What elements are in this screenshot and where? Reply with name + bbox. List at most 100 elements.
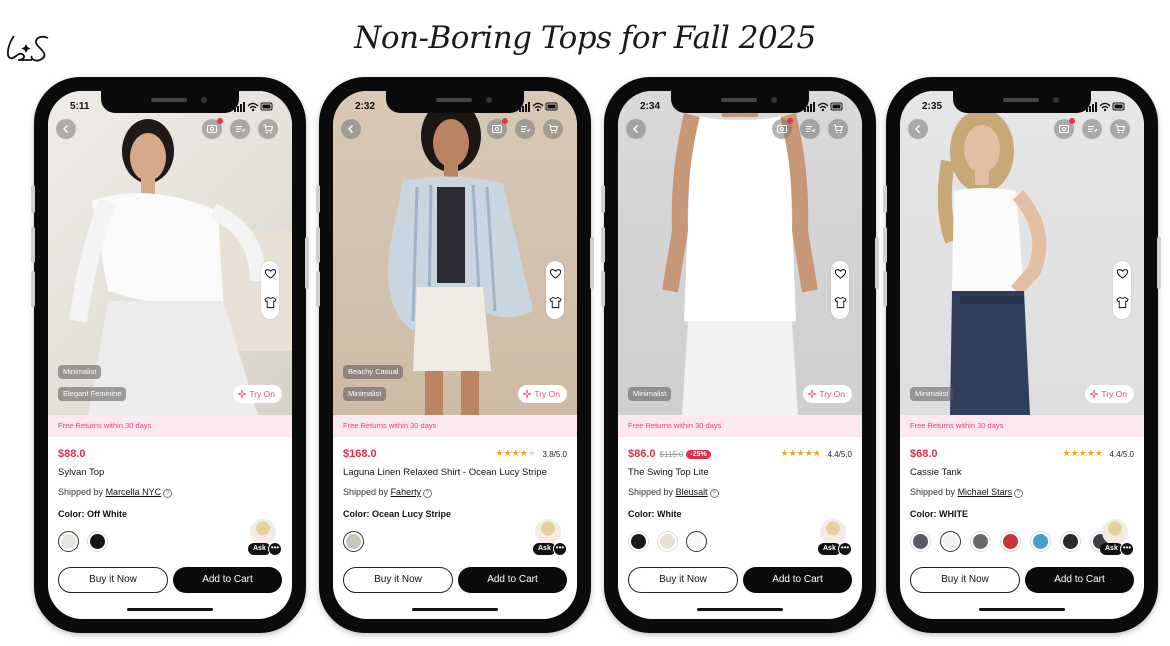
ask-stylist-button[interactable]: Ask ••• <box>533 519 567 557</box>
phone-mockup: 5:11 Minimalist Elegant Feminine Try On Free… <box>31 77 309 633</box>
status-icons <box>804 100 844 112</box>
rating: ★★★★★ ★★★★★ 4.4/5.0 <box>781 448 852 459</box>
phone-side-button <box>31 185 35 213</box>
style-tag[interactable]: Elegant Feminine <box>58 387 127 401</box>
outfit-button[interactable] <box>548 296 562 314</box>
color-label: Color: White <box>628 509 682 519</box>
style-tag[interactable]: Minimalist <box>910 387 954 401</box>
image-search-button[interactable] <box>487 118 508 139</box>
buy-now-button[interactable]: Buy it Now <box>910 567 1020 593</box>
list-button[interactable] <box>230 119 250 139</box>
color-swatch[interactable] <box>1030 531 1051 552</box>
add-to-cart-button[interactable]: Add to Cart <box>173 567 282 593</box>
favorite-button[interactable] <box>549 267 562 285</box>
back-chevron-button[interactable] <box>908 119 928 139</box>
phone-side-button <box>316 185 320 213</box>
more-icon[interactable]: ••• <box>1120 542 1134 556</box>
cart-icon <box>263 124 274 134</box>
outfit-button[interactable] <box>263 296 277 314</box>
favorite-button[interactable] <box>264 267 277 285</box>
cart-button[interactable] <box>543 119 563 139</box>
buy-now-button[interactable]: Buy it Now <box>628 567 738 593</box>
phone-side-button <box>883 271 887 307</box>
color-swatch[interactable] <box>970 531 991 552</box>
notification-dot <box>217 118 223 124</box>
cart-button[interactable] <box>258 119 278 139</box>
style-tag[interactable]: Beachy Casual <box>343 365 404 379</box>
help-icon[interactable]: ? <box>163 489 173 498</box>
back-chevron-button[interactable] <box>626 119 646 139</box>
outfit-button[interactable] <box>833 296 847 314</box>
ask-stylist-button[interactable]: Ask ••• <box>818 519 852 557</box>
status-time: 2:35 <box>922 101 943 112</box>
brand-link[interactable]: Faherty <box>391 487 422 497</box>
cart-button[interactable] <box>828 119 848 139</box>
add-to-cart-button[interactable]: Add to Cart <box>458 567 567 593</box>
favorite-button[interactable] <box>1116 267 1129 285</box>
image-search-button[interactable] <box>772 118 793 139</box>
back-chevron-button[interactable] <box>56 119 76 139</box>
try-on-button[interactable]: Try On <box>518 385 567 403</box>
product-name: The Swing Top Lite <box>628 467 709 478</box>
add-to-cart-button[interactable]: Add to Cart <box>743 567 852 593</box>
buy-now-button[interactable]: Buy it Now <box>58 567 168 593</box>
help-icon[interactable]: ? <box>1014 489 1024 498</box>
color-swatch[interactable] <box>686 531 707 552</box>
heart-icon <box>1116 268 1128 279</box>
try-on-button[interactable]: Try On <box>1085 385 1134 403</box>
try-on-button[interactable]: Try On <box>233 385 282 403</box>
add-to-cart-button[interactable]: Add to Cart <box>1025 567 1134 593</box>
phone-screen: 2:34 Minimalist Try On Free Returns within … <box>618 91 862 619</box>
more-icon[interactable]: ••• <box>268 542 282 556</box>
brand-link[interactable]: Marcella NYC <box>106 487 162 497</box>
outfit-button[interactable] <box>1115 296 1129 314</box>
favorite-button[interactable] <box>834 267 847 285</box>
style-tag[interactable]: Minimalist <box>58 365 102 379</box>
phone-power-button <box>305 237 309 289</box>
phone-side-button <box>883 185 887 213</box>
original-price: $115.0 <box>659 449 684 459</box>
help-icon[interactable]: ? <box>423 489 433 498</box>
image-search-button[interactable] <box>1054 118 1075 139</box>
image-search-button[interactable] <box>202 118 223 139</box>
color-swatch[interactable] <box>940 531 961 552</box>
back-chevron-button[interactable] <box>341 119 361 139</box>
product-photo[interactable] <box>618 91 862 415</box>
help-icon[interactable]: ? <box>709 489 719 498</box>
list-button[interactable] <box>1082 119 1102 139</box>
style-tag[interactable]: Minimalist <box>628 387 672 401</box>
ask-stylist-button[interactable]: Ask ••• <box>248 519 282 557</box>
list-icon <box>236 126 246 133</box>
color-swatch[interactable] <box>1000 531 1021 552</box>
product-photo[interactable] <box>900 91 1144 415</box>
try-on-button[interactable]: Try On <box>803 385 852 403</box>
style-tag[interactable]: Minimalist <box>343 387 387 401</box>
more-icon[interactable]: ••• <box>553 542 567 556</box>
image-search-icon <box>777 125 787 133</box>
color-swatch[interactable] <box>910 531 931 552</box>
color-value: White <box>657 509 682 519</box>
ask-stylist-button[interactable]: Ask ••• <box>1100 519 1134 557</box>
color-swatch[interactable] <box>657 531 678 552</box>
brand-link[interactable]: Bleusalt <box>676 487 708 497</box>
list-button[interactable] <box>515 119 535 139</box>
color-swatch[interactable] <box>1060 531 1081 552</box>
sparkle-icon <box>238 389 247 399</box>
cart-button[interactable] <box>1110 119 1130 139</box>
brand-link[interactable]: Michael Stars <box>958 487 1013 497</box>
shipped-by-label: Shipped by <box>910 487 956 497</box>
status-icons <box>519 100 559 112</box>
buy-now-button[interactable]: Buy it Now <box>343 567 453 593</box>
color-swatch[interactable] <box>58 531 79 552</box>
list-button[interactable] <box>800 119 820 139</box>
sparkle-icon <box>1090 389 1099 399</box>
color-swatch[interactable] <box>343 531 364 552</box>
more-icon[interactable]: ••• <box>838 542 852 556</box>
color-swatch[interactable] <box>87 531 108 552</box>
avatar <box>820 519 846 545</box>
list-icon <box>806 126 816 133</box>
notification-dot <box>1069 118 1075 124</box>
free-returns-banner: Free Returns within 30 days <box>333 415 577 437</box>
notification-dot <box>787 118 793 124</box>
color-swatch[interactable] <box>628 531 649 552</box>
